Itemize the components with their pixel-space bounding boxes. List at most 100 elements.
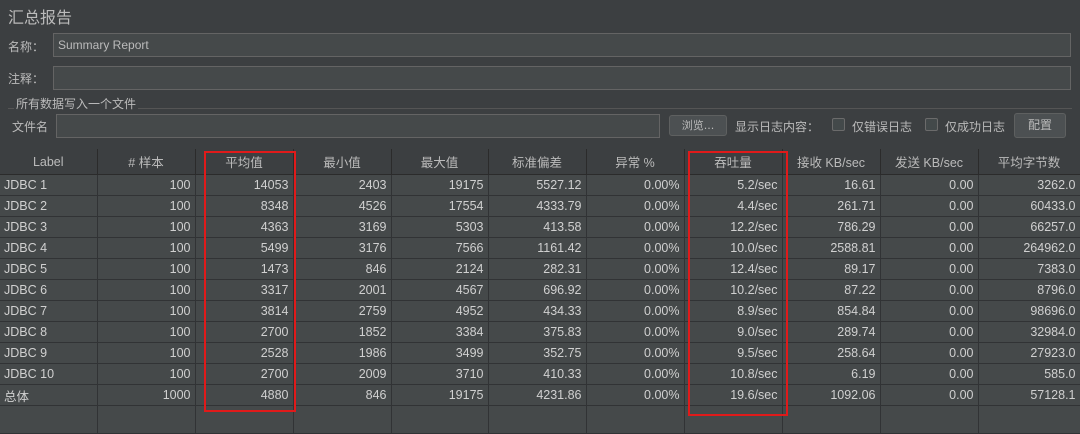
table-cell-empty <box>782 405 881 434</box>
filename-input[interactable] <box>56 114 660 138</box>
table-cell: 1092.06 <box>782 384 881 406</box>
table-cell: 4.4/sec <box>684 195 783 217</box>
file-group-title: 所有数据写入一个文件 <box>14 95 139 112</box>
name-input[interactable] <box>53 33 1071 57</box>
table-cell: 12.4/sec <box>684 258 783 280</box>
column-header[interactable]: 标准偏差 <box>488 149 587 175</box>
column-header[interactable]: Label <box>0 149 98 175</box>
table-cell: 总体 <box>0 384 98 406</box>
table-row[interactable]: JDBC 1 100 14053 2403 19175 5527.12 0.00% 5.2/s… <box>0 174 1080 196</box>
table-cell: 19175 <box>391 384 489 406</box>
table-cell: 0.00 <box>880 363 979 385</box>
table-cell: 2001 <box>293 279 392 301</box>
table-cell: 8348 <box>195 195 294 217</box>
table-cell: JDBC 1 <box>0 174 98 196</box>
table-cell: 258.64 <box>782 342 881 364</box>
column-header[interactable]: 最小值 <box>293 149 392 175</box>
table-cell: JDBC 3 <box>0 216 98 238</box>
table-row[interactable]: JDBC 7 100 3814 2759 4952 434.33 0.00% 8.9/sec 8… <box>0 300 1080 322</box>
table-cell: 0.00 <box>880 237 979 259</box>
table-row[interactable]: JDBC 10 100 2700 2009 3710 410.33 0.00% 10.8/se… <box>0 363 1080 385</box>
table-cell: 27923.0 <box>978 342 1080 364</box>
table-cell: 100 <box>97 321 196 343</box>
table-cell: 0.00 <box>880 195 979 217</box>
table-cell: 3169 <box>293 216 392 238</box>
window-title: 汇总报告 <box>8 8 73 27</box>
table-cell-empty <box>0 405 98 434</box>
table-row[interactable]: JDBC 5 100 1473 846 2124 282.31 0.00% 12.4/sec 8… <box>0 258 1080 280</box>
table-cell: 2009 <box>293 363 392 385</box>
table-cell: 9.0/sec <box>684 321 783 343</box>
table-cell: 0.00 <box>880 216 979 238</box>
table-cell: 0.00% <box>586 384 685 406</box>
table-cell: 3814 <box>195 300 294 322</box>
table-cell-empty <box>684 405 783 434</box>
table-cell: 3499 <box>391 342 489 364</box>
table-cell-empty <box>195 405 294 434</box>
configure-button[interactable]: 配置 <box>1014 113 1066 138</box>
table-cell: 696.92 <box>488 279 587 301</box>
table-cell: 0.00 <box>880 342 979 364</box>
success-only-checkbox[interactable] <box>925 118 938 131</box>
table-cell: 32984.0 <box>978 321 1080 343</box>
table-cell: 0.00 <box>880 174 979 196</box>
column-header[interactable]: 平均字节数 <box>978 149 1080 175</box>
table-cell: 0.00 <box>880 321 979 343</box>
table-cell: 0.00% <box>586 321 685 343</box>
table-cell: 100 <box>97 237 196 259</box>
table-cell: 16.61 <box>782 174 881 196</box>
table-cell: 4363 <box>195 216 294 238</box>
table-cell: 4567 <box>391 279 489 301</box>
table-cell: 264962.0 <box>978 237 1080 259</box>
table-cell: 0.00% <box>586 237 685 259</box>
errors-only-checkbox[interactable] <box>832 118 845 131</box>
errors-only-label: 仅错误日志 <box>852 120 913 134</box>
table-cell-empty <box>978 405 1080 434</box>
table-cell: 8.9/sec <box>684 300 783 322</box>
column-header[interactable]: 发送 KB/sec <box>880 149 979 175</box>
table-cell: 100 <box>97 342 196 364</box>
table-row[interactable]: JDBC 9 100 2528 1986 3499 352.75 0.00% 9.5/sec 2… <box>0 342 1080 364</box>
table-cell: 2403 <box>293 174 392 196</box>
table-cell: 2124 <box>391 258 489 280</box>
table-cell: 5499 <box>195 237 294 259</box>
table-cell: 0.00% <box>586 300 685 322</box>
column-header[interactable]: 吞吐量 <box>684 149 783 175</box>
table-cell-empty <box>586 405 685 434</box>
table-cell: 0.00% <box>586 216 685 238</box>
table-cell: 1986 <box>293 342 392 364</box>
name-label: 名称： <box>8 40 45 54</box>
table-cell: 5527.12 <box>488 174 587 196</box>
table-row[interactable]: JDBC 8 100 2700 1852 3384 375.83 0.00% 9.0/sec 2… <box>0 321 1080 343</box>
column-header[interactable]: 接收 KB/sec <box>782 149 881 175</box>
table-row[interactable]: JDBC 2 100 8348 4526 17554 4333.79 0.00% 4.4/se… <box>0 195 1080 217</box>
table-cell: 100 <box>97 363 196 385</box>
column-header[interactable]: 异常 % <box>586 149 685 175</box>
table-cell: 1852 <box>293 321 392 343</box>
table-cell: 0.00% <box>586 342 685 364</box>
column-header[interactable]: 平均值 <box>195 149 294 175</box>
table-cell: 100 <box>97 216 196 238</box>
table-cell: 100 <box>97 279 196 301</box>
table-cell: 100 <box>97 258 196 280</box>
table-cell: 17554 <box>391 195 489 217</box>
table-cell: JDBC 8 <box>0 321 98 343</box>
table-row[interactable]: JDBC 6 100 3317 2001 4567 696.92 0.00% 10.2/sec… <box>0 279 1080 301</box>
browse-button[interactable]: 浏览... <box>669 115 727 136</box>
table-cell: 1473 <box>195 258 294 280</box>
table-row[interactable]: JDBC 3 100 4363 3169 5303 413.58 0.00% 12.2/sec… <box>0 216 1080 238</box>
table-cell: 4231.86 <box>488 384 587 406</box>
table-row-total[interactable]: 总体 1000 4880 846 19175 4231.86 0.00% 19.6/sec 10… <box>0 384 1080 406</box>
table-cell: 289.74 <box>782 321 881 343</box>
column-header[interactable]: 最大值 <box>391 149 489 175</box>
table-cell: 5303 <box>391 216 489 238</box>
table-cell: 352.75 <box>488 342 587 364</box>
comment-input[interactable] <box>53 66 1071 90</box>
table-cell: 9.5/sec <box>684 342 783 364</box>
table-cell: 60433.0 <box>978 195 1080 217</box>
table-row[interactable]: JDBC 4 100 5499 3176 7566 1161.42 0.00% 10.0/se… <box>0 237 1080 259</box>
table-cell: 14053 <box>195 174 294 196</box>
column-header[interactable]: # 样本 <box>97 149 196 175</box>
table-cell: 5.2/sec <box>684 174 783 196</box>
table-cell: 4526 <box>293 195 392 217</box>
